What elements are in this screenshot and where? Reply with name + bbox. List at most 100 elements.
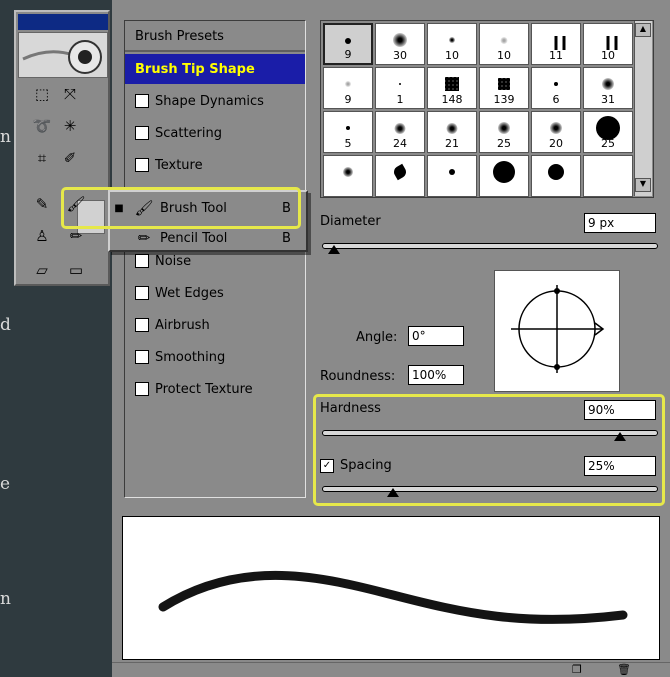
crop-tool[interactable]: ⌗ <box>28 146 56 170</box>
brush-tip-shape-icon <box>345 38 351 44</box>
brush-tip-cell[interactable]: 10 <box>427 23 477 65</box>
brush-tip-cell[interactable]: 6 <box>531 67 581 109</box>
brush-tip-shape-icon <box>554 36 558 50</box>
option-label: Scattering <box>155 125 223 141</box>
healing-brush-tool[interactable]: ✎ <box>28 192 56 216</box>
clone-stamp-tool[interactable]: ♙ <box>28 224 56 248</box>
brush-tip-shape-icon <box>449 37 455 43</box>
brush-stroke-preview <box>122 516 660 660</box>
brush-tip-size: 1 <box>396 93 404 106</box>
brush-tip-cell[interactable]: 1 <box>375 67 425 109</box>
brush-tip-shape-icon <box>554 82 558 86</box>
trash-icon[interactable]: 🗑 <box>617 663 631 676</box>
option-texture[interactable]: Texture <box>125 150 305 180</box>
brush-tip-cell[interactable]: 25 <box>583 111 633 153</box>
checkbox-icon[interactable] <box>135 126 149 140</box>
brush-tip-size: 11 <box>549 49 563 62</box>
cut-text-letter: d <box>0 315 11 335</box>
option-label: Airbrush <box>155 317 210 333</box>
option-brush-tip-shape[interactable]: Brush Tip Shape <box>125 54 305 84</box>
brush-tip-cell[interactable] <box>323 155 373 197</box>
checkbox-icon[interactable] <box>135 286 149 300</box>
scroll-up-arrow-icon[interactable]: ▲ <box>635 23 651 37</box>
panel-bottom-bar: ❐ 🗑 <box>112 662 670 677</box>
diameter-slider[interactable] <box>322 243 658 249</box>
option-label: Brush Presets <box>135 28 224 44</box>
checkbox-icon[interactable] <box>135 350 149 364</box>
brush-tip-shape-icon <box>498 122 510 134</box>
history-brush-tool-icon: ✏ <box>69 227 83 245</box>
brush-tip-cell[interactable] <box>479 155 529 197</box>
lasso-tool[interactable]: ➰ <box>28 114 56 138</box>
magic-wand-tool-icon: ✳ <box>63 117 77 135</box>
new-brush-icon[interactable]: ❐ <box>572 663 582 676</box>
checkbox-icon[interactable] <box>135 158 149 172</box>
checkbox-icon[interactable] <box>135 318 149 332</box>
diameter-field[interactable]: 9 px <box>584 213 656 233</box>
brush-tip-cell[interactable]: 20 <box>531 111 581 153</box>
option-smoothing[interactable]: Smoothing <box>125 342 305 372</box>
scroll-down-arrow-icon[interactable]: ▼ <box>635 178 651 192</box>
brush-tip-cell[interactable]: 139 <box>479 67 529 109</box>
brush-tip-cell[interactable]: 30 <box>375 23 425 65</box>
move-tool[interactable]: ⤧ <box>56 82 84 106</box>
cut-text-letter: n <box>0 589 11 609</box>
brush-tip-cell[interactable]: 148 <box>427 67 477 109</box>
brush-tip-cell[interactable] <box>531 155 581 197</box>
option-wet-edges[interactable]: Wet Edges <box>125 278 305 308</box>
brush-tip-cell[interactable]: 9 <box>323 67 373 109</box>
brush-tip-size: 25 <box>497 137 511 150</box>
brush-tip-cell[interactable]: 11 <box>531 23 581 65</box>
brush-tip-size: 139 <box>493 93 515 106</box>
brush-tip-cell[interactable]: 10 <box>479 23 529 65</box>
brush-tip-shape-icon <box>498 78 510 90</box>
brush-tip-cell[interactable]: 24 <box>375 111 425 153</box>
brush-tip-grid[interactable]: 9 30 10 10 11 10 9 1 148 139 6 31 5 24 21 25 20 25 <box>320 20 654 198</box>
gradient-tool[interactable]: ▭ <box>62 258 90 282</box>
option-protect-texture[interactable]: Protect Texture <box>125 374 305 404</box>
brush-options-list: Brush Presets Brush Tip Shape Shape Dynami… <box>124 20 306 498</box>
checkbox-icon[interactable] <box>135 382 149 396</box>
option-airbrush[interactable]: Airbrush <box>125 310 305 340</box>
move-tool-icon: ⤧ <box>63 85 76 103</box>
brush-tip-cell[interactable]: 25 <box>479 111 529 153</box>
cut-text-letter: e <box>0 474 11 494</box>
eraser-tool[interactable]: ▱ <box>28 258 56 282</box>
checkbox-icon[interactable] <box>135 94 149 108</box>
checkbox-icon[interactable] <box>135 254 149 268</box>
option-brush-presets[interactable]: Brush Presets <box>125 22 305 52</box>
brush-tip-cell[interactable]: 10 <box>583 23 633 65</box>
brush-tip-size: 6 <box>552 93 560 106</box>
brush-angle-preview[interactable] <box>494 270 620 392</box>
pencil-icon: ✏ <box>137 229 151 247</box>
brush-tip-size: 30 <box>393 49 407 62</box>
hardness-spacing-highlight-box <box>313 394 665 506</box>
brush-tip-shape-icon <box>346 126 350 130</box>
brush-tip-cell[interactable]: 31 <box>583 67 633 109</box>
magic-wand-tool[interactable]: ✳ <box>56 114 84 138</box>
option-shape-dynamics[interactable]: Shape Dynamics <box>125 86 305 116</box>
diameter-slider-thumb[interactable] <box>328 245 341 254</box>
option-scattering[interactable]: Scattering <box>125 118 305 148</box>
brush-tip-cell[interactable] <box>427 155 477 197</box>
brush-tool-highlight-box <box>61 187 301 229</box>
brush-tip-cell[interactable]: 21 <box>427 111 477 153</box>
brush-grid-scrollbar[interactable]: ▲ ▼ <box>634 21 652 196</box>
slice-tool-icon: ✐ <box>63 149 77 167</box>
angle-field[interactable]: 0° <box>408 326 464 346</box>
marquee-tool[interactable]: ⬚ <box>28 82 56 106</box>
brush-tip-shape-icon <box>399 83 401 85</box>
toolbox-logo[interactable] <box>18 32 108 78</box>
brush-tip-cell[interactable]: 9 <box>323 23 373 65</box>
brush-tip-cell[interactable] <box>375 155 425 197</box>
brush-tip-size: 24 <box>393 137 407 150</box>
option-label: Noise <box>155 253 192 269</box>
brush-tip-cell[interactable]: 5 <box>323 111 373 153</box>
roundness-label: Roundness: <box>320 369 396 384</box>
brush-tip-size: 21 <box>445 137 459 150</box>
brush-tip-cell[interactable] <box>583 155 633 197</box>
roundness-field[interactable]: 100% <box>408 365 464 385</box>
brush-tip-shape-icon <box>394 122 406 134</box>
slice-tool[interactable]: ✐ <box>56 146 84 170</box>
toolbox-title-bar[interactable] <box>18 14 108 30</box>
